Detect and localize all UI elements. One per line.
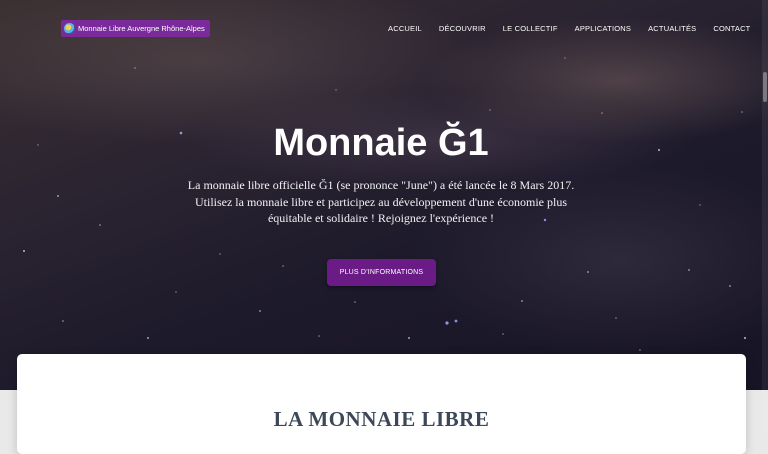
section-title: LA MONNAIE LIBRE — [273, 407, 490, 431]
nav-item-accueil[interactable]: ACCUEIL — [388, 24, 422, 33]
brand-label: Monnaie Libre Auvergne Rhône-Alpes — [78, 24, 205, 33]
nav-item-le-collectif[interactable]: LE COLLECTIF — [503, 24, 558, 33]
g1-logo-icon — [64, 23, 75, 34]
nav-item-actualites[interactable]: ACTUALITÉS — [648, 24, 696, 33]
hero-description: La monnaie libre officielle Ğ1 (se prono… — [181, 177, 581, 227]
nav-item-decouvrir[interactable]: DÉCOUVRIR — [439, 24, 486, 33]
hero-line-invite: Utilisez la monnaie libre et participez … — [194, 194, 568, 226]
nav-item-applications[interactable]: APPLICATIONS — [575, 24, 631, 33]
main-nav: ACCUEIL DÉCOUVRIR LE COLLECTIF APPLICATI… — [388, 24, 750, 33]
hero-line-launch: La monnaie libre officielle Ğ1 (se prono… — [187, 178, 575, 192]
hero-title: Monnaie Ğ1 — [273, 122, 489, 164]
brand-link[interactable]: Monnaie Libre Auvergne Rhône-Alpes — [61, 20, 210, 37]
page-scrollbar[interactable] — [762, 0, 768, 432]
content-card: LA MONNAIE LIBRE — [17, 354, 746, 454]
hero-banner: Monnaie Libre Auvergne Rhône-Alpes ACCUE… — [0, 0, 768, 390]
scrollbar-thumb[interactable] — [763, 72, 767, 102]
more-info-button[interactable]: PLUS D'INFORMATIONS — [327, 259, 436, 286]
nav-item-contact[interactable]: CONTACT — [713, 24, 750, 33]
